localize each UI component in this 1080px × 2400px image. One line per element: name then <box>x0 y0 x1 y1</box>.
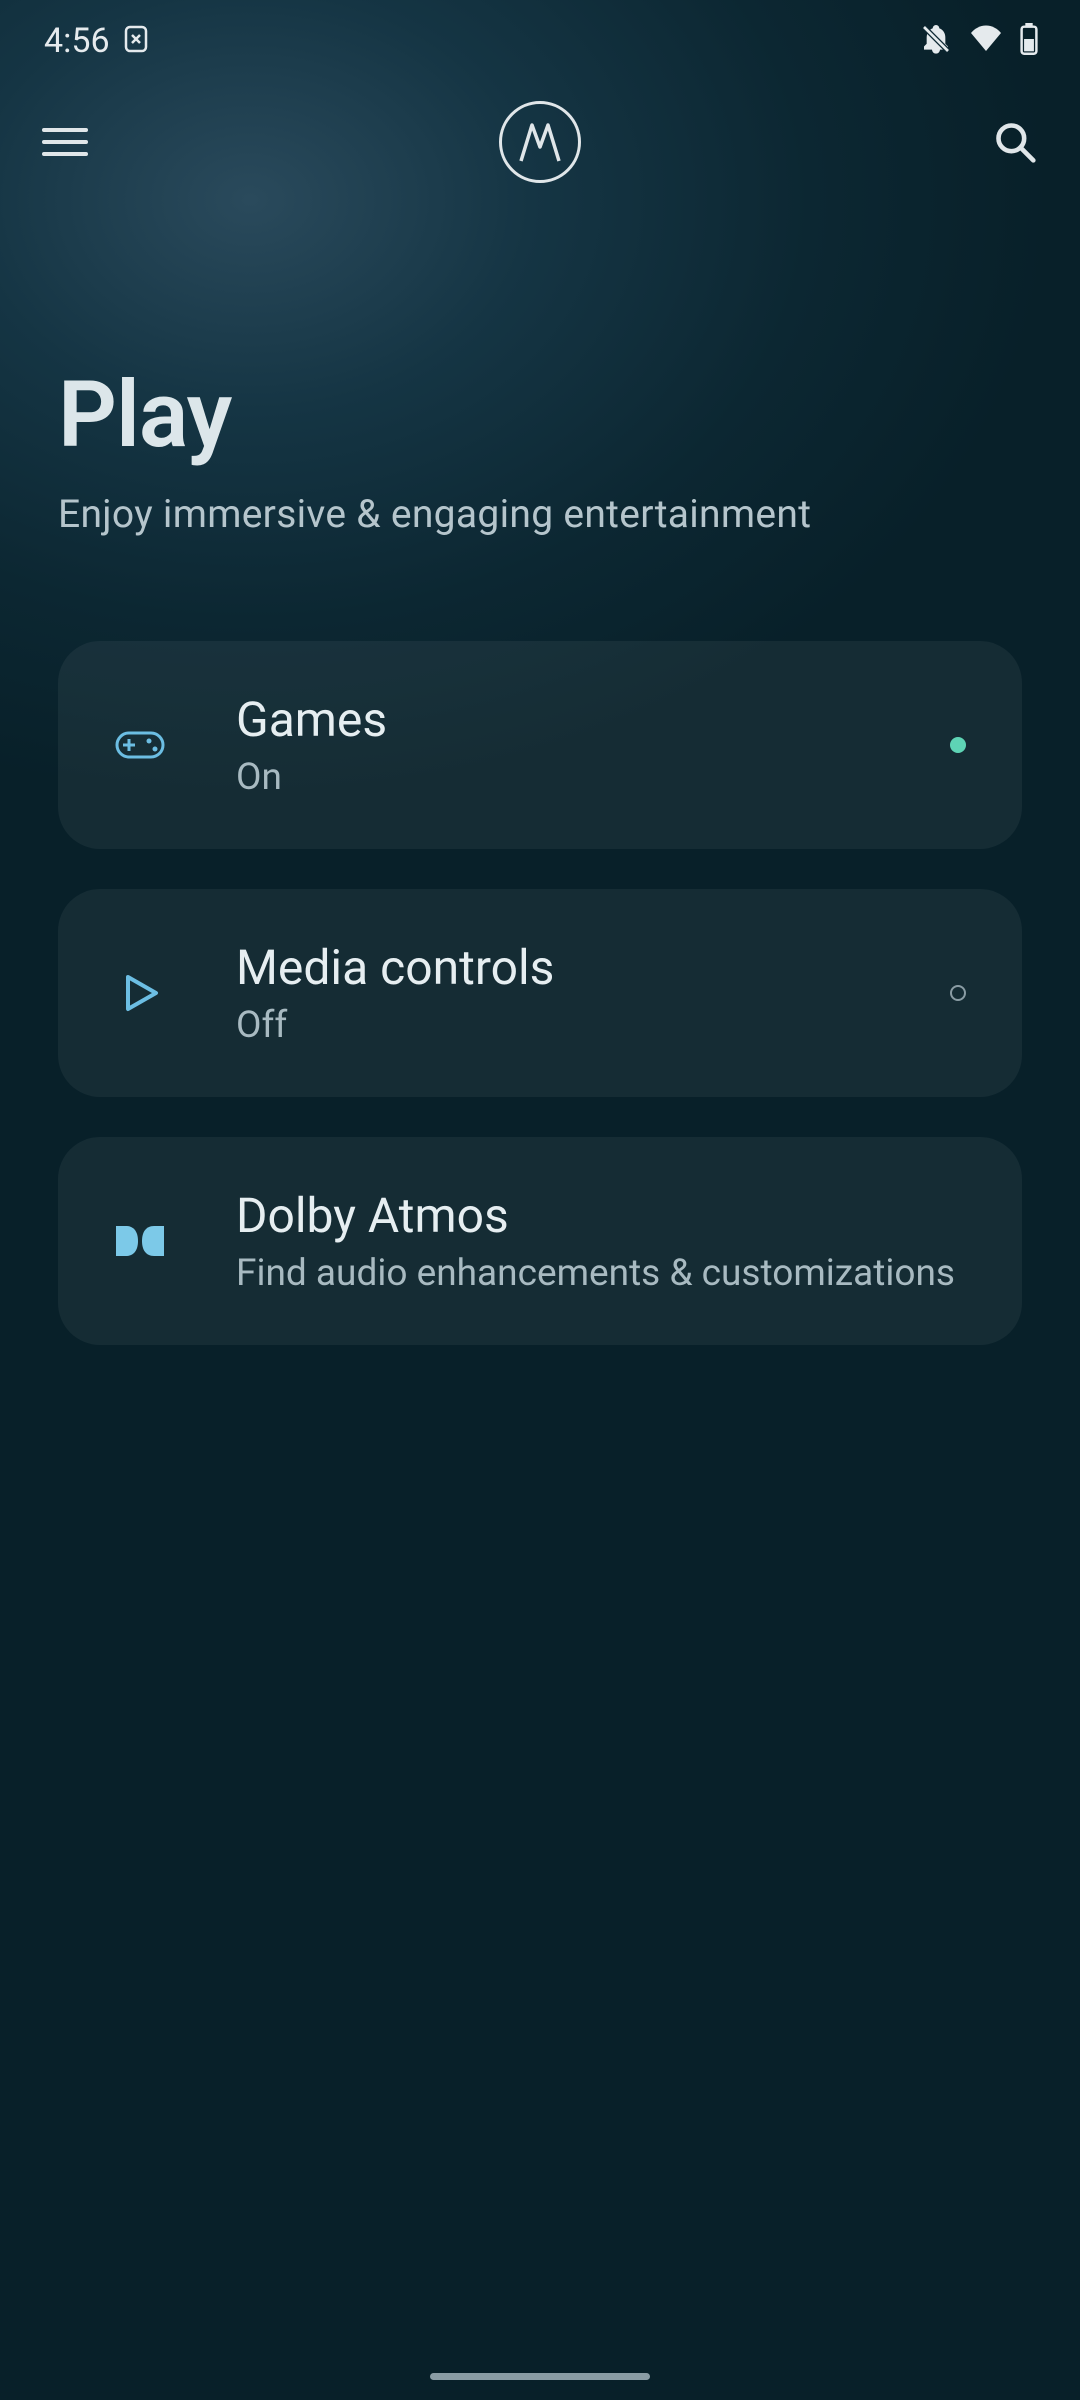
card-subtitle: Off <box>236 1004 950 1047</box>
status-bar: 4:56 <box>0 0 1080 82</box>
games-card[interactable]: Games On <box>58 641 1022 849</box>
card-title: Media controls <box>236 939 950 996</box>
search-button[interactable] <box>992 119 1038 165</box>
hamburger-icon <box>42 128 88 132</box>
app-bar <box>0 82 1080 202</box>
motorola-logo <box>499 101 581 183</box>
dolby-atmos-card[interactable]: Dolby Atmos Find audio enhancements & cu… <box>58 1137 1022 1345</box>
dolby-icon <box>112 1213 168 1269</box>
battery-icon <box>1020 23 1038 59</box>
card-content: Media controls Off <box>236 939 950 1047</box>
dnd-off-icon <box>920 23 952 59</box>
status-right <box>920 23 1038 59</box>
header-section: Play Enjoy immersive & engaging entertai… <box>0 202 1080 537</box>
play-icon <box>112 965 168 1021</box>
navigation-handle[interactable] <box>430 2373 650 2380</box>
status-time: 4:56 <box>44 21 110 61</box>
gamepad-icon <box>112 717 168 773</box>
card-subtitle: On <box>236 756 950 799</box>
card-content: Games On <box>236 691 950 799</box>
status-indicator-off <box>950 985 966 1001</box>
status-left: 4:56 <box>44 21 148 61</box>
wifi-icon <box>968 24 1004 58</box>
card-title: Games <box>236 691 950 748</box>
card-title: Dolby Atmos <box>236 1187 978 1244</box>
menu-button[interactable] <box>42 119 88 165</box>
media-controls-card[interactable]: Media controls Off <box>58 889 1022 1097</box>
cards-container: Games On Media controls Off Dolby Atmos … <box>0 537 1080 1345</box>
page-title: Play <box>58 362 1022 469</box>
search-icon <box>993 120 1037 164</box>
card-content: Dolby Atmos Find audio enhancements & cu… <box>236 1187 978 1295</box>
data-saver-icon <box>124 25 148 57</box>
card-subtitle: Find audio enhancements & customizations <box>236 1252 978 1295</box>
page-subtitle: Enjoy immersive & engaging entertainment <box>58 491 1022 537</box>
status-indicator-on <box>950 737 966 753</box>
